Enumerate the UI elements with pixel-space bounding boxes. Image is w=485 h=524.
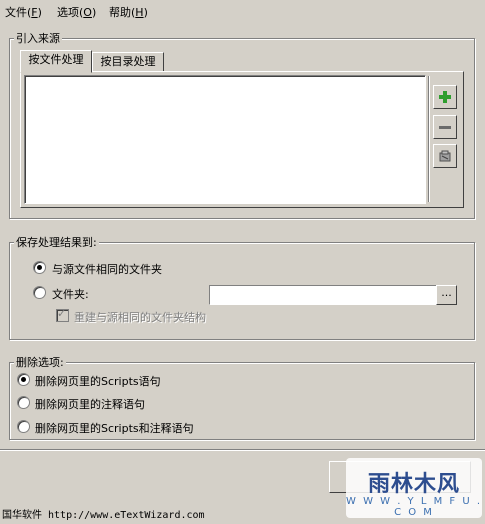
add-button[interactable] <box>433 85 457 109</box>
watermark-logo: 雨林木风 W W W . Y L M F U . C O M <box>346 458 482 518</box>
clear-button[interactable] <box>433 144 457 168</box>
delete-comments-label: 删除网页里的注释语句 <box>35 398 145 411</box>
custom-folder-label: 文件夹: <box>52 288 89 301</box>
rebuild-structure-label: 重建与源相同的文件夹结构 <box>74 311 206 324</box>
tab-by-file[interactable]: 按文件处理 <box>20 50 92 73</box>
tab-by-file-label: 按文件处理 <box>28 53 84 66</box>
status-bar-text: 国华软件 http://www.eTextWizard.com <box>2 510 205 521</box>
save-group-title: 保存处理结果到: <box>14 234 99 250</box>
rebuild-structure-checkbox[interactable] <box>56 307 69 322</box>
minus-icon <box>439 126 451 129</box>
tab-by-folder[interactable]: 按目录处理 <box>92 52 164 73</box>
panel-divider <box>428 76 430 202</box>
browse-button[interactable]: ... <box>436 285 457 305</box>
eraser-icon <box>439 150 451 162</box>
folder-path-input[interactable] <box>209 285 437 305</box>
menu-help-accelerator: H <box>135 6 144 19</box>
source-group-title: 引入来源 <box>14 30 62 46</box>
menu-help[interactable]: 帮助(H) <box>109 4 148 20</box>
menu-help-label: 帮助 <box>109 6 131 19</box>
menu-file-accelerator: F <box>31 6 38 19</box>
remove-button[interactable] <box>433 115 457 139</box>
delete-comments-radio[interactable] <box>17 396 30 409</box>
watermark-url: W W W . Y L M F U . C O M <box>346 496 483 518</box>
delete-scripts-radio[interactable] <box>17 373 30 386</box>
same-folder-radio[interactable] <box>33 261 46 274</box>
delete-scripts-comments-label: 删除网页里的Scripts和注释语句 <box>35 422 194 435</box>
watermark-title: 雨林木风 <box>367 472 460 497</box>
menu-options[interactable]: 选项(O) <box>57 4 96 20</box>
tab-by-folder-label: 按目录处理 <box>100 55 156 68</box>
menu-options-label: 选项 <box>57 6 79 19</box>
delete-scripts-comments-radio[interactable] <box>17 420 30 433</box>
menu-bar: 文件(F) 选项(O) 帮助(H) <box>0 0 485 22</box>
source-file-list[interactable] <box>24 75 426 204</box>
custom-folder-radio[interactable] <box>33 286 46 299</box>
same-folder-label: 与源文件相同的文件夹 <box>52 263 162 276</box>
plus-icon <box>439 91 451 103</box>
menu-file-label: 文件 <box>5 6 27 19</box>
delete-scripts-label: 删除网页里的Scripts语句 <box>35 375 161 388</box>
delete-group-title: 删除选项: <box>14 354 66 370</box>
menu-options-accelerator: O <box>83 6 92 19</box>
bottom-separator <box>0 449 485 451</box>
menu-file[interactable]: 文件(F) <box>5 4 42 20</box>
